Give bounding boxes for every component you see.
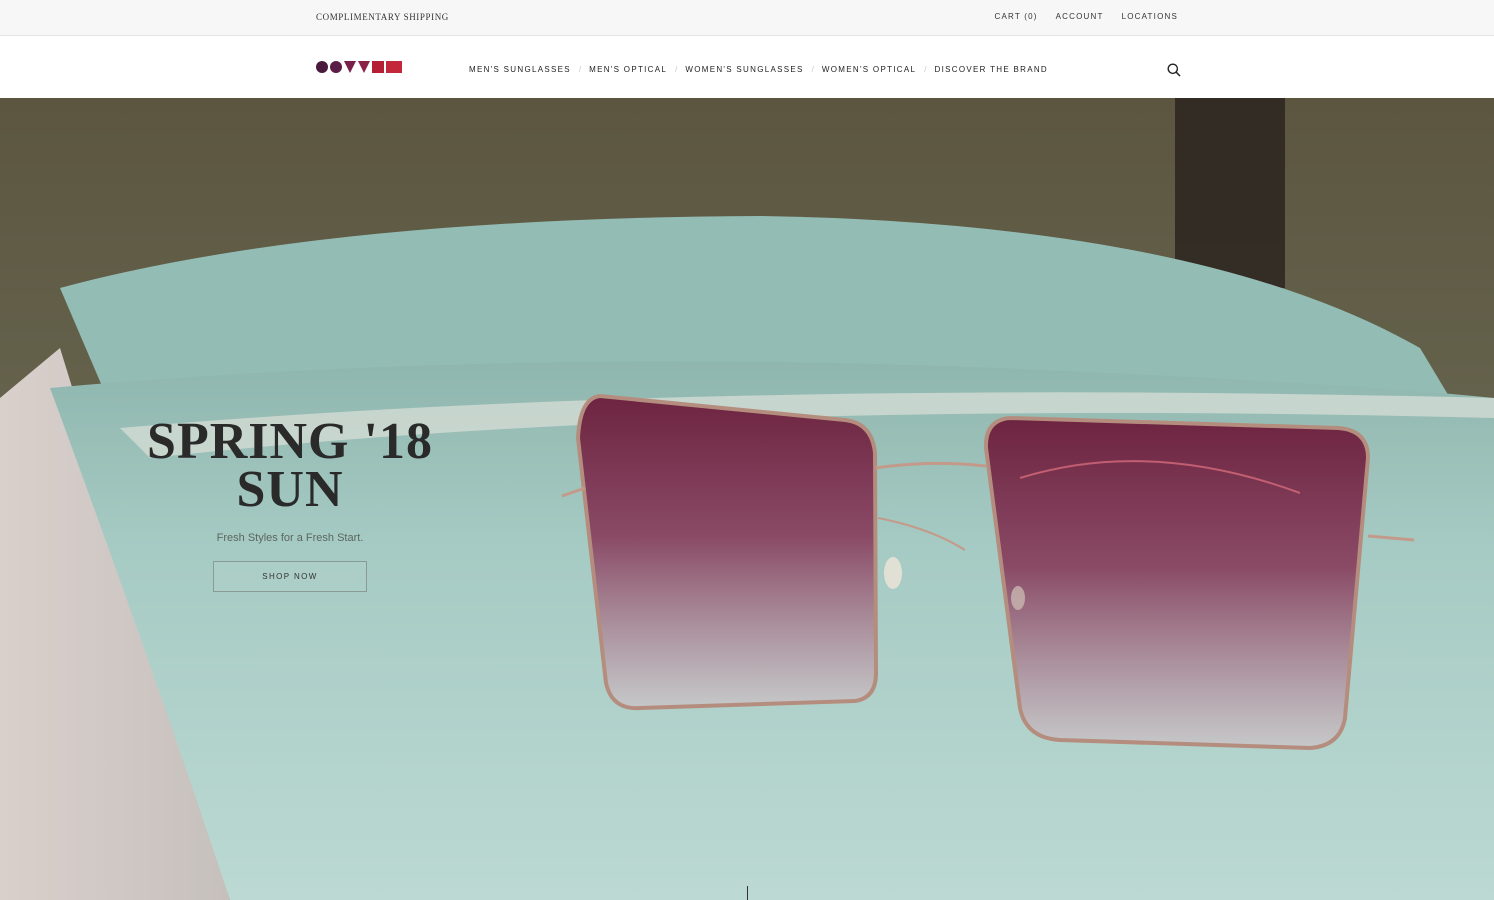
nav-womens-sunglasses[interactable]: WOMEN'S SUNGLASSES — [685, 65, 803, 74]
nav-womens-optical[interactable]: WOMEN'S OPTICAL — [822, 65, 916, 74]
hero-subtitle: Fresh Styles for a Fresh Start. — [216, 532, 364, 544]
search-button[interactable] — [1166, 62, 1182, 78]
shipping-notice: COMPLIMENTARY SHIPPING — [316, 12, 449, 22]
hero-title: SPRING '18 SUN — [140, 416, 440, 516]
shop-now-button[interactable]: SHOP NOW — [213, 561, 367, 592]
cart-link[interactable]: CART (0) — [995, 12, 1038, 21]
logo-circle-shape — [330, 61, 342, 73]
hero-banner: SPRING '18 SUN Fresh Styles for a Fresh … — [0, 98, 1494, 900]
logo-square-shape — [372, 61, 384, 73]
nav-mens-sunglasses[interactable]: MEN'S SUNGLASSES — [469, 65, 571, 74]
locations-link[interactable]: LOCATIONS — [1122, 12, 1178, 21]
logo-square-shape — [386, 61, 402, 73]
nav-separator: / — [578, 65, 582, 74]
brand-logo[interactable] — [316, 61, 402, 73]
nav-discover-the-brand[interactable]: DISCOVER THE BRAND — [935, 65, 1049, 74]
hero-text-block: SPRING '18 SUN Fresh Styles for a Fresh … — [140, 416, 440, 592]
nav-mens-optical[interactable]: MEN'S OPTICAL — [589, 65, 667, 74]
utility-links: CART (0) ACCOUNT LOCATIONS — [995, 12, 1179, 21]
nav-separator: / — [675, 65, 678, 74]
utility-bar: COMPLIMENTARY SHIPPING CART (0) ACCOUNT … — [0, 0, 1494, 36]
main-header: MEN'S SUNGLASSES / MEN'S OPTICAL / WOMEN… — [0, 36, 1494, 98]
logo-triangle-shape — [344, 61, 356, 73]
search-icon — [1167, 63, 1181, 77]
nav-separator: / — [924, 65, 927, 74]
nav-separator: / — [811, 65, 814, 74]
logo-circle-shape — [316, 61, 328, 73]
account-link[interactable]: ACCOUNT — [1056, 12, 1104, 21]
scroll-indicator[interactable] — [747, 886, 748, 900]
hero-title-line2: SUN — [236, 461, 344, 518]
main-nav: MEN'S SUNGLASSES / MEN'S OPTICAL / WOMEN… — [469, 65, 1048, 74]
logo-triangle-shape — [358, 61, 370, 73]
